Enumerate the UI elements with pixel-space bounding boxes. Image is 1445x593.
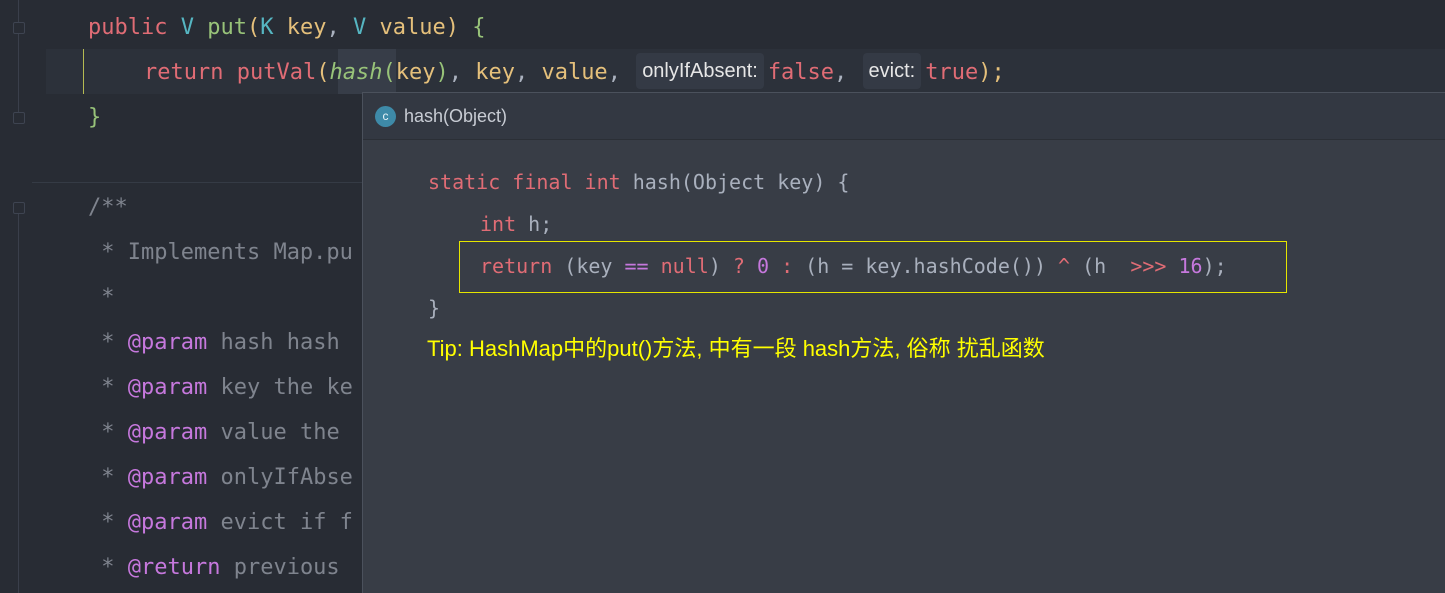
javadoc-text: hash hash bbox=[207, 330, 340, 355]
javadoc-line[interactable]: * @param key the ke bbox=[88, 365, 353, 410]
fold-guide bbox=[18, 0, 19, 22]
javadoc-line[interactable]: * @param onlyIfAbse bbox=[88, 455, 353, 500]
javadoc-text: previous bbox=[220, 555, 340, 580]
keyword: static final int bbox=[428, 170, 621, 194]
javadoc-prefix: * bbox=[88, 465, 128, 490]
separator: , bbox=[607, 60, 621, 85]
param-name: value bbox=[379, 15, 446, 40]
javadoc-prefix: * bbox=[88, 375, 128, 400]
keyword: return bbox=[144, 60, 224, 85]
type-name: V bbox=[180, 15, 194, 40]
editor-gutter bbox=[0, 0, 46, 593]
javadoc-prefix: * bbox=[88, 330, 128, 355]
javadoc-text: Implements Map.pu bbox=[127, 240, 353, 265]
code-editor[interactable]: public V put(K key, V value) { return pu… bbox=[0, 0, 1445, 593]
method-call: putVal bbox=[236, 60, 317, 85]
fold-collapse-icon[interactable] bbox=[13, 22, 25, 34]
javadoc-text: key the ke bbox=[207, 375, 353, 400]
popup-header[interactable]: c hash(Object) bbox=[363, 93, 1445, 140]
javadoc-text: value the bbox=[207, 420, 340, 445]
param-hint-evict: evict: bbox=[862, 53, 922, 89]
separator: , bbox=[514, 60, 542, 85]
javadoc-prefix: * bbox=[88, 555, 128, 580]
statement-end: ); bbox=[978, 60, 1005, 85]
javadoc-text: onlyIfAbse bbox=[207, 465, 353, 490]
javadoc-tag: @param bbox=[127, 375, 208, 400]
paren: ( bbox=[382, 60, 396, 85]
javadoc-tag: @param bbox=[127, 420, 208, 445]
code-line-signature[interactable]: public V put(K key, V value) { bbox=[88, 5, 485, 50]
paren: ) bbox=[435, 60, 449, 85]
javadoc-tag: @return bbox=[127, 555, 221, 580]
class-icon: c bbox=[375, 106, 396, 127]
comma: , bbox=[326, 15, 340, 40]
javadoc-line[interactable]: * @param value the bbox=[88, 410, 340, 455]
javadoc-line[interactable]: * bbox=[88, 275, 115, 320]
param-hint-only-if-absent: onlyIfAbsent: bbox=[636, 53, 764, 89]
fold-guide bbox=[18, 214, 19, 593]
annotation-highlight-box bbox=[459, 241, 1287, 293]
popup-code-line: static final int hash(Object key) { bbox=[428, 161, 849, 203]
indent-guide bbox=[83, 49, 84, 94]
arg: value bbox=[541, 60, 608, 85]
javadoc-tag: @param bbox=[127, 465, 208, 490]
annotation-tip: Tip: HashMap中的put()方法, 中有一段 hash方法, 俗称 扰… bbox=[427, 336, 1045, 361]
keyword: public bbox=[88, 15, 168, 40]
quick-definition-popup[interactable]: c hash(Object) static final int hash(Obj… bbox=[362, 92, 1445, 593]
arg: key bbox=[395, 60, 436, 85]
separator: , bbox=[448, 60, 476, 85]
code-line-closing-brace[interactable]: } bbox=[88, 95, 101, 140]
bool-literal: true bbox=[925, 60, 979, 85]
javadoc-prefix: * bbox=[88, 420, 128, 445]
code-line-return[interactable]: return putVal(hash(key), key, value, onl… bbox=[144, 50, 1005, 95]
popup-code-line: int h; bbox=[480, 203, 552, 245]
fold-end-icon[interactable] bbox=[13, 112, 25, 124]
type-name: K bbox=[260, 15, 274, 40]
javadoc-tag: @param bbox=[127, 330, 208, 355]
keyword: int bbox=[480, 212, 517, 236]
separator: , bbox=[834, 60, 848, 85]
popup-code-line: } bbox=[428, 296, 441, 320]
javadoc-open[interactable]: /** bbox=[88, 185, 128, 230]
javadoc-line[interactable]: * @param evict if f bbox=[88, 500, 353, 545]
javadoc-text: evict if f bbox=[207, 510, 353, 535]
hash-call[interactable]: hash bbox=[329, 60, 382, 85]
paren: ( bbox=[316, 60, 330, 85]
type-name: V bbox=[352, 15, 367, 40]
javadoc-line[interactable]: * Implements Map.pu bbox=[88, 230, 353, 275]
param-name: key bbox=[286, 15, 327, 40]
fold-guide bbox=[18, 34, 19, 112]
brace: { bbox=[472, 15, 486, 40]
code-text: hash(Object key) { bbox=[620, 170, 850, 194]
fold-collapse-icon[interactable] bbox=[13, 202, 25, 214]
javadoc-line[interactable]: * @param hash hash bbox=[88, 320, 340, 365]
javadoc-prefix: * bbox=[88, 285, 115, 310]
code-text: h; bbox=[516, 212, 553, 236]
method-separator bbox=[32, 182, 362, 183]
paren: ( bbox=[246, 15, 261, 40]
paren: ) bbox=[445, 15, 459, 40]
method-name: put bbox=[207, 15, 247, 40]
arg: key bbox=[475, 60, 515, 85]
popup-title: hash(Object) bbox=[404, 106, 508, 126]
javadoc-line[interactable]: * @return previous bbox=[88, 545, 340, 590]
javadoc-tag: @param bbox=[127, 510, 208, 535]
javadoc-prefix: * bbox=[88, 240, 128, 265]
javadoc-prefix: * bbox=[88, 510, 128, 535]
bool-literal: false bbox=[767, 60, 835, 85]
